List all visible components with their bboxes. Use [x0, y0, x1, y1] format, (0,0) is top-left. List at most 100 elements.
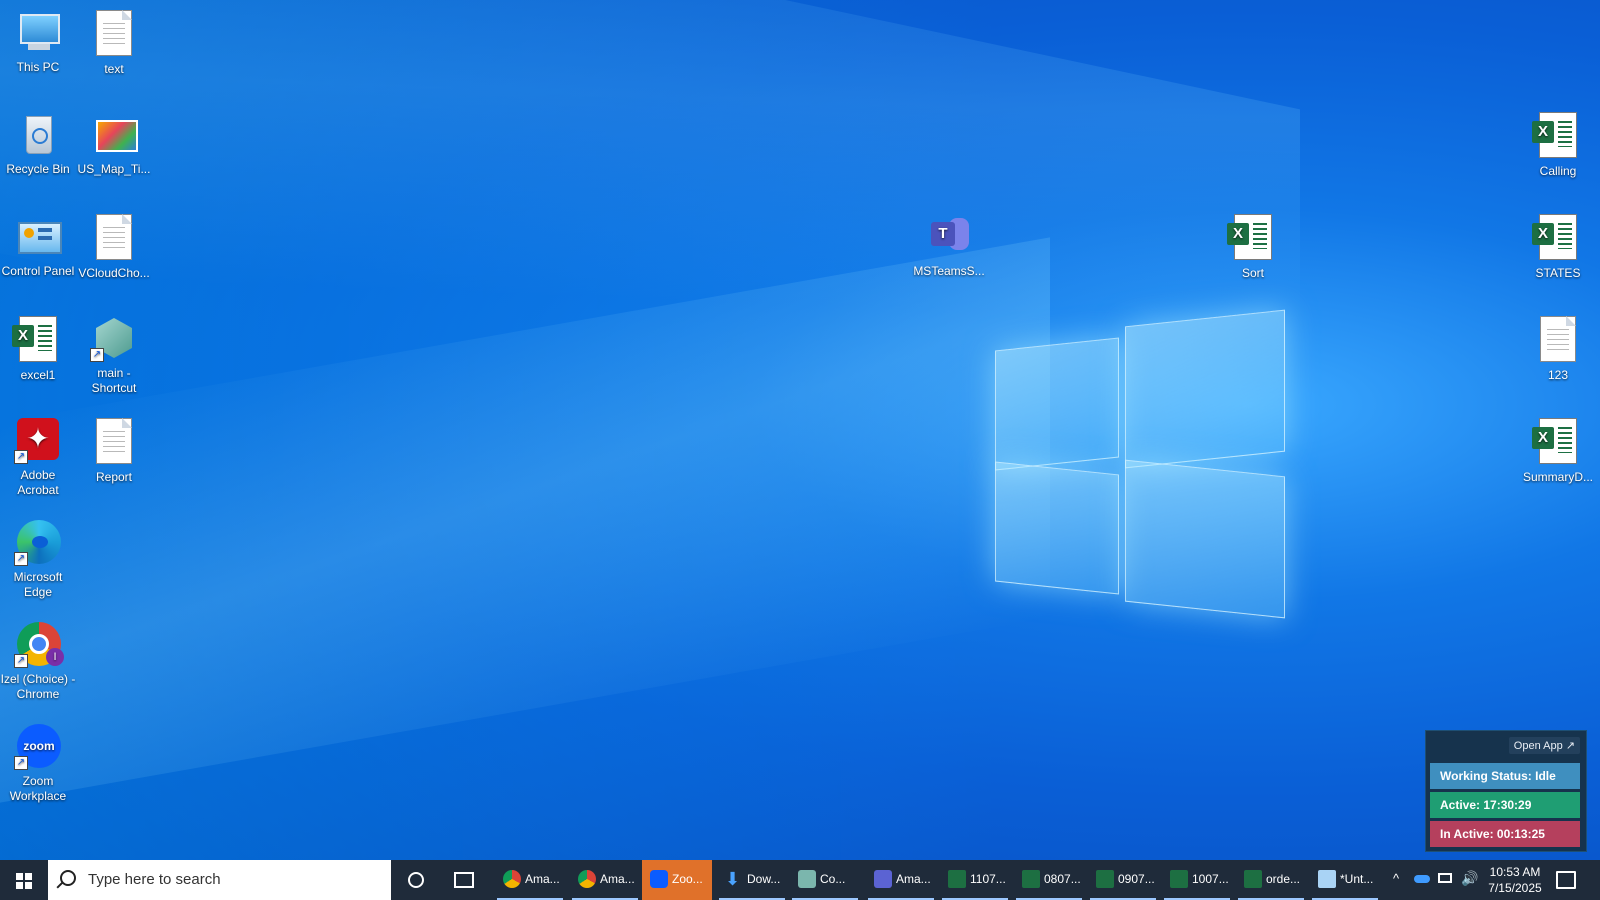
volume-icon[interactable]: 🔊	[1459, 860, 1479, 900]
desktop-icon-recycle-bin[interactable]: Recycle Bin	[0, 110, 76, 177]
desktop-icon-msteams[interactable]: T MSTeamsS...	[911, 212, 987, 279]
excel-icon	[948, 870, 966, 888]
icon-label: 123	[1547, 368, 1569, 382]
taskbar: Type here to search Ama... Ama... Zoo...…	[0, 860, 1600, 900]
desktop-icon-vcloud[interactable]: VCloudCho...	[76, 212, 152, 281]
zoom-icon	[650, 870, 668, 888]
task-label: 1107...	[970, 872, 1006, 886]
control-panel-icon	[14, 212, 62, 260]
desktop-icon-zoom-workplace[interactable]: zoom ↗ Zoom Workplace	[0, 722, 76, 804]
desktop-icon-main-shortcut[interactable]: ↗ main - Shortcut	[76, 314, 152, 396]
icon-label: This PC	[16, 60, 60, 74]
excel-file-icon: X	[1532, 112, 1582, 160]
system-clock[interactable]: 10:53 AM 7/15/2025	[1480, 864, 1550, 896]
desktop-icon-123[interactable]: 123	[1520, 314, 1596, 383]
shortcut-arrow-icon: ↗	[90, 348, 104, 362]
shortcut-arrow-icon: ↗	[14, 654, 28, 668]
search-placeholder: Type here to search	[88, 871, 221, 888]
app-icon: ↗	[90, 314, 138, 362]
taskbar-app-excel-2[interactable]: 0807...	[1014, 860, 1084, 900]
taskbar-app-chrome-2[interactable]: Ama...	[570, 860, 640, 900]
icon-label: STATES	[1535, 266, 1581, 280]
task-label: Dow...	[747, 872, 781, 886]
task-label: Ama...	[896, 872, 931, 886]
task-view-icon	[454, 872, 474, 888]
desktop-icon-adobe-acrobat[interactable]: ✦ ↗ Adobe Acrobat	[0, 416, 76, 498]
excel-icon	[1096, 870, 1114, 888]
download-icon: ⬇	[725, 869, 741, 889]
desktop-icon-report[interactable]: Report	[76, 416, 152, 485]
edge-icon: ↗	[14, 518, 62, 566]
task-label: Ama...	[525, 872, 560, 886]
image-file-icon	[90, 110, 138, 158]
text-file-icon	[1534, 316, 1582, 364]
onedrive-icon[interactable]	[1412, 860, 1432, 900]
start-button[interactable]	[0, 860, 48, 900]
desktop-icon-us-map[interactable]: US_Map_Ti...	[76, 110, 152, 177]
taskbar-app-chrome-1[interactable]: Ama...	[495, 860, 565, 900]
task-label: 1007...	[1192, 872, 1229, 886]
task-view-button[interactable]	[440, 860, 486, 900]
taskbar-app-zoom[interactable]: Zoo...	[642, 860, 712, 900]
taskbar-app-teams[interactable]: Ama...	[866, 860, 936, 900]
teams-icon: T	[925, 212, 973, 260]
icon-label: excel1	[20, 368, 56, 382]
excel-file-icon: X	[1532, 418, 1582, 466]
task-label: *Unt...	[1340, 872, 1374, 886]
zoom-icon: zoom ↗	[14, 722, 62, 770]
icon-label: VCloudCho...	[78, 266, 150, 280]
desktop-icon-chrome-profile[interactable]: I ↗ Izel (Choice) - Chrome	[0, 620, 76, 702]
notepad-icon	[1318, 870, 1336, 888]
network-icon[interactable]	[1436, 860, 1456, 900]
taskbar-app-excel-3[interactable]: 0907...	[1088, 860, 1158, 900]
icon-label: MSTeamsS...	[913, 264, 985, 278]
working-status-bar: Working Status: Idle	[1430, 763, 1580, 789]
search-box[interactable]: Type here to search	[48, 860, 391, 900]
open-app-button[interactable]: Open App ↗	[1508, 737, 1580, 754]
desktop-icon-sort[interactable]: X Sort	[1215, 212, 1291, 281]
windows-icon	[16, 873, 32, 889]
excel-file-icon: X	[12, 316, 62, 364]
taskbar-app-downloads[interactable]: ⬇ Dow...	[717, 860, 787, 900]
text-file-icon	[90, 10, 138, 58]
icon-label: Izel (Choice) - Chrome	[0, 672, 76, 701]
chrome-icon: I ↗	[14, 620, 64, 668]
icon-label: Report	[95, 470, 133, 484]
icon-label: US_Map_Ti...	[77, 162, 151, 176]
taskbar-app-excel-5[interactable]: orde...	[1236, 860, 1306, 900]
chrome-icon	[578, 870, 596, 888]
excel-icon	[1244, 870, 1262, 888]
taskbar-app-notepad[interactable]: *Unt...	[1310, 860, 1380, 900]
chrome-icon	[503, 870, 521, 888]
desktop-icon-microsoft-edge[interactable]: ↗ Microsoft Edge	[0, 518, 76, 600]
icon-label: Adobe Acrobat	[17, 468, 59, 497]
icon-label: SummaryD...	[1522, 470, 1593, 484]
desktop-icon-excel1[interactable]: X excel1	[0, 314, 76, 383]
cortana-icon	[408, 872, 424, 888]
task-label: 0907...	[1118, 872, 1155, 886]
work-status-widget: Open App ↗ Working Status: Idle Active: …	[1425, 730, 1587, 852]
desktop-icon-text[interactable]: text	[76, 8, 152, 77]
inactive-time-bar: In Active: 00:13:25	[1430, 821, 1580, 847]
icon-label: Control Panel	[1, 264, 75, 278]
desktop-icon-control-panel[interactable]: Control Panel	[0, 212, 76, 279]
show-hidden-icons-button[interactable]: ^	[1390, 860, 1408, 900]
taskbar-app-excel-4[interactable]: 1007...	[1162, 860, 1232, 900]
desktop-icon-summary[interactable]: X SummaryD...	[1520, 416, 1596, 485]
desktop-icon-states[interactable]: X STATES	[1520, 212, 1596, 281]
teams-icon	[874, 870, 892, 888]
search-icon	[60, 870, 76, 886]
icon-label: main - Shortcut	[91, 366, 137, 395]
desktop-icon-this-pc[interactable]: This PC	[0, 8, 76, 75]
clock-date: 7/15/2025	[1488, 881, 1542, 895]
recycle-bin-icon	[14, 110, 62, 158]
app-icon	[798, 870, 816, 888]
taskbar-app-co[interactable]: Co...	[790, 860, 860, 900]
taskbar-app-excel-1[interactable]: 1107...	[940, 860, 1010, 900]
icon-label: Sort	[1241, 266, 1264, 280]
cortana-button[interactable]	[393, 860, 439, 900]
excel-file-icon: X	[1227, 214, 1277, 262]
desktop-icon-calling[interactable]: X Calling	[1520, 110, 1596, 179]
notification-center-icon[interactable]	[1556, 871, 1576, 889]
text-file-icon	[90, 418, 138, 466]
